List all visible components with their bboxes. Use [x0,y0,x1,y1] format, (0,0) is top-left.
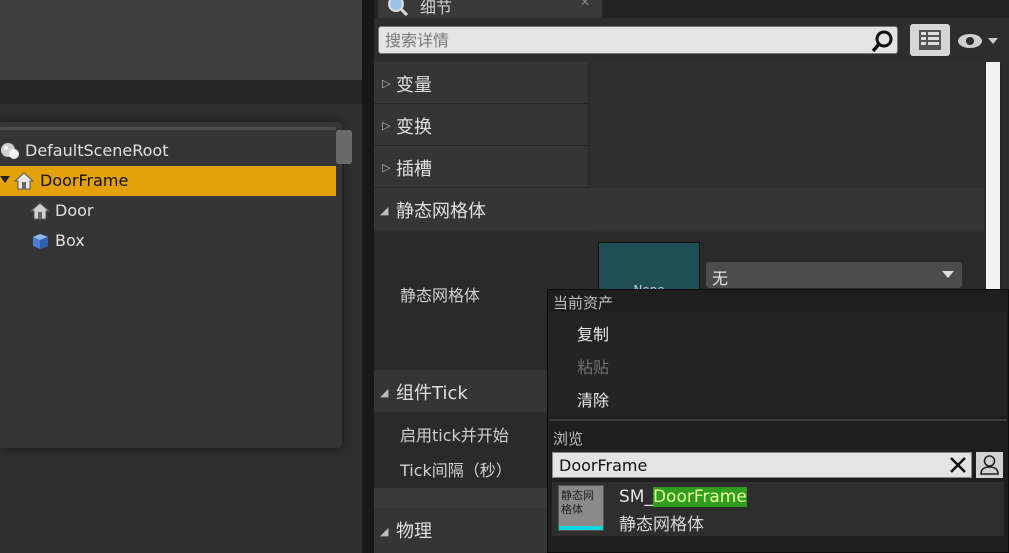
tree-item-default-scene-root[interactable]: DefaultSceneRoot [0,136,336,166]
chevron-down-icon [942,271,954,278]
magnifier-icon [388,0,408,16]
category-variables[interactable]: ▷ 变量 [374,62,588,104]
user-filter-button[interactable] [976,452,1003,478]
category-label: 组件Tick [396,383,468,404]
asset-type: 静态网格体 [619,515,704,535]
asset-type-bar [559,526,603,530]
panel-splitter[interactable] [362,0,374,553]
search-icon[interactable] [871,29,895,53]
category-label: 静态网格体 [396,201,486,222]
property-label: Tick间隔（秒） [400,461,512,480]
grid-icon [919,30,941,50]
details-search [378,26,898,54]
tab-details[interactable] [378,0,602,18]
menu-item-copy[interactable]: 复制 [577,321,609,345]
expanded-arrow-icon: ◢ [380,204,389,217]
close-icon[interactable] [947,454,969,476]
current-asset-header: 当前资产 [553,294,614,312]
asset-thumbnail: 静态网格体 [558,485,604,531]
house-icon [30,202,50,220]
panel-gap [0,80,364,104]
category-spacer [374,488,548,508]
category-static-mesh[interactable]: ◢ 静态网格体 [374,188,984,230]
collapsed-arrow-icon: ▷ [382,77,391,90]
browse-header: 浏览 [553,430,584,448]
menu-item-clear[interactable]: 清除 [577,387,609,411]
combo-value: 无 [712,269,729,288]
tree-item-label: DoorFrame [40,171,129,190]
expanded-arrow-icon: ◢ [380,525,389,538]
divider [549,419,1007,421]
asset-name: SM_DoorFrame [619,487,747,507]
tree-item-label: Door [55,201,94,220]
details-scrollbar-thumb[interactable] [986,62,1000,302]
menu-item-paste[interactable]: 粘贴 [577,354,609,378]
details-search-input[interactable] [385,29,865,51]
scene-root-icon [1,143,19,159]
house-icon [14,172,34,190]
viewport-area [0,0,364,80]
property-matrix-button[interactable] [910,24,950,56]
category-component-tick[interactable]: ◢ 组件Tick [374,370,548,412]
property-label: 启用tick并开始 [400,426,509,445]
expand-arrow-icon[interactable] [0,176,10,183]
collapsed-arrow-icon: ▷ [382,119,391,132]
asset-name-prefix: SM_ [619,487,653,507]
tree-header-strip [0,127,336,130]
eye-icon[interactable] [956,30,1002,52]
tree-item-label: Box [55,231,85,250]
category-label: 插槽 [396,159,432,180]
current-asset-menu [549,312,1007,416]
collapsed-arrow-icon: ▷ [382,161,391,174]
tree-scrollbar[interactable] [336,130,352,164]
thumbnail-label: 静态网格体 [561,489,594,516]
tree-item-door[interactable]: Door [0,196,336,226]
tree-item-label: DefaultSceneRoot [25,141,169,160]
category-label: 变换 [396,117,432,138]
expanded-arrow-icon: ◢ [380,386,389,399]
search-match-highlight: DoorFrame [652,487,747,507]
tree-item-doorframe[interactable]: DoorFrame [0,166,336,196]
category-transform[interactable]: ▷ 变换 [374,104,588,146]
category-label: 变量 [396,75,432,96]
static-mesh-combo[interactable]: 无 [706,262,962,288]
close-icon[interactable]: ✕ [580,0,590,9]
asset-search-input[interactable] [559,455,939,475]
category-label: 物理 [396,521,432,542]
tab-title: 细节 [420,0,453,17]
tree-item-box[interactable]: Box [0,226,336,256]
property-label: 静态网格体 [400,286,481,305]
category-physics[interactable]: ◢ 物理 [374,508,548,553]
category-sockets[interactable]: ▷ 插槽 [374,146,588,188]
cube-icon [33,234,48,249]
asset-search [552,452,972,478]
user-icon [980,455,999,475]
